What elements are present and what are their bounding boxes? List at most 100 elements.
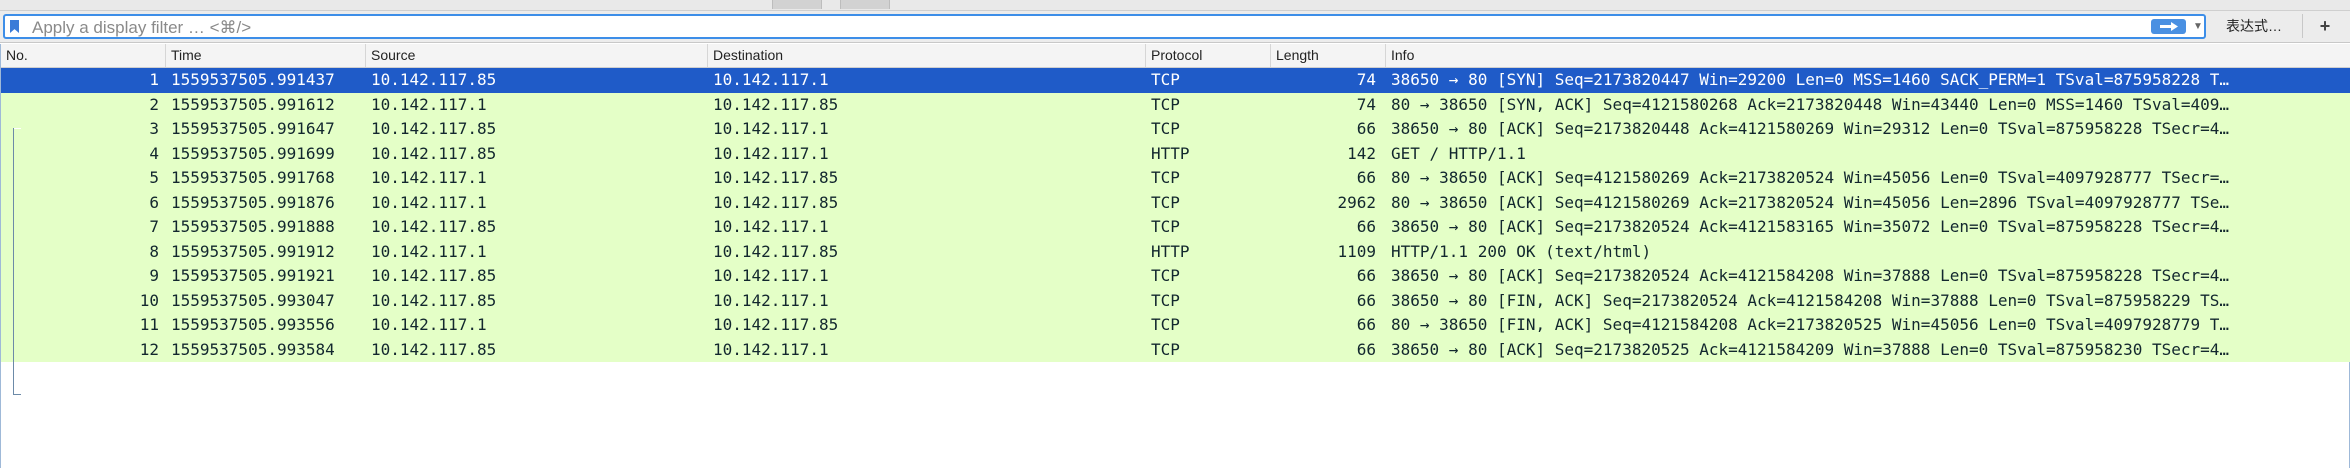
packet-time: 1559537505.991612 — [171, 94, 335, 114]
packet-destination: 10.142.117.1 — [713, 339, 829, 359]
packet-no: 7 — [149, 217, 159, 236]
packet-time: 1559537505.993047 — [171, 290, 335, 310]
packet-protocol: TCP — [1151, 168, 1180, 187]
packet-row[interactable]: 6 1559537505.991876 10.142.117.1 10.142.… — [1, 190, 2350, 215]
packet-time: 1559537505.993556 — [171, 315, 335, 334]
packet-source: 10.142.117.85 — [371, 119, 497, 138]
packet-row[interactable]: 1 1559537505.991437 10.142.117.85 10.142… — [1, 68, 2350, 93]
packet-protocol: HTTP — [1151, 143, 1190, 163]
chevron-down-icon[interactable]: ▼ — [2191, 20, 2205, 34]
packet-length: 66 — [1356, 266, 1376, 285]
toolbar-strip — [0, 0, 2350, 11]
packet-time: 1559537505.993584 — [171, 339, 335, 359]
packet-source: 10.142.117.1 — [371, 315, 487, 334]
packet-no: 9 — [149, 266, 159, 285]
expression-button[interactable]: 表达式… — [2216, 16, 2292, 36]
packet-destination: 10.142.117.85 — [713, 168, 839, 187]
packet-info: 38650 → 80 [ACK] Seq=2173820524 Ack=4121… — [1391, 217, 2230, 236]
add-filter-button[interactable]: + — [2302, 14, 2347, 38]
packet-no: 10 — [139, 290, 159, 310]
packet-time: 1559537505.991921 — [171, 266, 335, 285]
packet-no: 4 — [149, 143, 159, 163]
bookmark-icon[interactable] — [10, 20, 19, 33]
packet-source: 10.142.117.1 — [371, 192, 487, 212]
packet-time: 1559537505.991888 — [171, 217, 335, 236]
packet-time: 1559537505.991647 — [171, 119, 335, 138]
column-header-no[interactable]: No. — [1, 44, 166, 67]
packet-source: 10.142.117.1 — [371, 94, 487, 114]
packet-destination: 10.142.117.85 — [713, 241, 839, 261]
packet-length: 66 — [1356, 119, 1376, 138]
packet-length: 2962 — [1337, 192, 1376, 212]
packet-row[interactable]: 12 1559537505.993584 10.142.117.85 10.14… — [1, 337, 2350, 362]
packet-info: 80 → 38650 [FIN, ACK] Seq=4121584208 Ack… — [1391, 315, 2230, 334]
apply-filter-button[interactable] — [2151, 19, 2186, 34]
packet-source: 10.142.117.85 — [371, 143, 497, 163]
packet-destination: 10.142.117.1 — [713, 119, 829, 138]
packet-destination: 10.142.117.1 — [713, 70, 829, 89]
packet-length: 66 — [1356, 315, 1376, 334]
packet-row[interactable]: 2 1559537505.991612 10.142.117.1 10.142.… — [1, 92, 2350, 117]
packet-info: 38650 → 80 [ACK] Seq=2173820525 Ack=4121… — [1391, 339, 2230, 359]
packet-length: 74 — [1356, 94, 1376, 114]
packet-length: 142 — [1347, 143, 1376, 163]
packet-destination: 10.142.117.85 — [713, 315, 839, 334]
packet-length: 66 — [1356, 217, 1376, 236]
packet-source: 10.142.117.1 — [371, 168, 487, 187]
packet-source: 10.142.117.85 — [371, 290, 497, 310]
column-header-destination[interactable]: Destination — [708, 44, 1146, 67]
packet-no: 2 — [149, 94, 159, 114]
packet-source: 10.142.117.85 — [371, 70, 497, 89]
packet-info: 80 → 38650 [SYN, ACK] Seq=4121580268 Ack… — [1391, 94, 2230, 114]
packet-row[interactable]: 5 1559537505.991768 10.142.117.1 10.142.… — [1, 166, 2350, 191]
column-header-time[interactable]: Time — [166, 44, 366, 67]
column-header-protocol[interactable]: Protocol — [1146, 44, 1271, 67]
packet-rows: 1 1559537505.991437 10.142.117.85 10.142… — [1, 68, 2350, 362]
packet-protocol: TCP — [1151, 192, 1180, 212]
packet-no: 5 — [149, 168, 159, 187]
packet-time: 1559537505.991876 — [171, 192, 335, 212]
packet-destination: 10.142.117.1 — [713, 143, 829, 163]
packet-no: 1 — [149, 70, 159, 89]
packet-time: 1559537505.991768 — [171, 168, 335, 187]
packet-no: 3 — [149, 119, 159, 138]
packet-info: 80 → 38650 [ACK] Seq=4121580269 Ack=2173… — [1391, 192, 2230, 212]
packet-info: 38650 → 80 [ACK] Seq=2173820524 Ack=4121… — [1391, 266, 2230, 285]
filter-placeholder: Apply a display filter … <⌘/> — [32, 18, 252, 37]
packet-source: 10.142.117.85 — [371, 339, 497, 359]
toolbar-segment[interactable] — [772, 0, 822, 9]
packet-row[interactable]: 8 1559537505.991912 10.142.117.1 10.142.… — [1, 239, 2350, 264]
packet-destination: 10.142.117.1 — [713, 266, 829, 285]
packet-row[interactable]: 4 1559537505.991699 10.142.117.85 10.142… — [1, 141, 2350, 166]
packet-list: No. Time Source Destination Protocol Len… — [0, 44, 2350, 468]
packet-info: HTTP/1.1 200 OK (text/html) — [1391, 241, 1652, 261]
packet-row[interactable]: 3 1559537505.991647 10.142.117.85 10.142… — [1, 117, 2350, 142]
column-header-length[interactable]: Length — [1271, 44, 1386, 67]
conversation-bracket-line — [13, 128, 15, 394]
packet-row[interactable]: 11 1559537505.993556 10.142.117.1 10.142… — [1, 313, 2350, 338]
packet-list-header: No. Time Source Destination Protocol Len… — [1, 44, 2350, 68]
packet-protocol: TCP — [1151, 94, 1180, 114]
packet-protocol: TCP — [1151, 290, 1180, 310]
packet-info: 38650 → 80 [SYN] Seq=2173820447 Win=2920… — [1391, 70, 2230, 89]
packet-destination: 10.142.117.1 — [713, 290, 829, 310]
display-filter-bar: Apply a display filter … <⌘/> ▼ 表达式… + — [0, 11, 2350, 43]
packet-no: 6 — [149, 192, 159, 212]
packet-source: 10.142.117.1 — [371, 241, 487, 261]
packet-protocol: TCP — [1151, 217, 1180, 236]
packet-time: 1559537505.991912 — [171, 241, 335, 261]
column-header-source[interactable]: Source — [366, 44, 708, 67]
packet-source: 10.142.117.85 — [371, 217, 497, 236]
packet-length: 66 — [1356, 339, 1376, 359]
packet-row[interactable]: 10 1559537505.993047 10.142.117.85 10.14… — [1, 288, 2350, 313]
display-filter-input[interactable]: Apply a display filter … <⌘/> ▼ — [3, 14, 2206, 39]
toolbar-segment[interactable] — [840, 0, 890, 9]
packet-info: 80 → 38650 [ACK] Seq=4121580269 Ack=2173… — [1391, 168, 2230, 187]
packet-row[interactable]: 7 1559537505.991888 10.142.117.85 10.142… — [1, 215, 2350, 240]
packet-destination: 10.142.117.1 — [713, 217, 829, 236]
column-header-info[interactable]: Info — [1386, 44, 2350, 67]
packet-no: 8 — [149, 241, 159, 261]
packet-destination: 10.142.117.85 — [713, 94, 839, 114]
packet-row[interactable]: 9 1559537505.991921 10.142.117.85 10.142… — [1, 264, 2350, 289]
packet-protocol: TCP — [1151, 339, 1180, 359]
